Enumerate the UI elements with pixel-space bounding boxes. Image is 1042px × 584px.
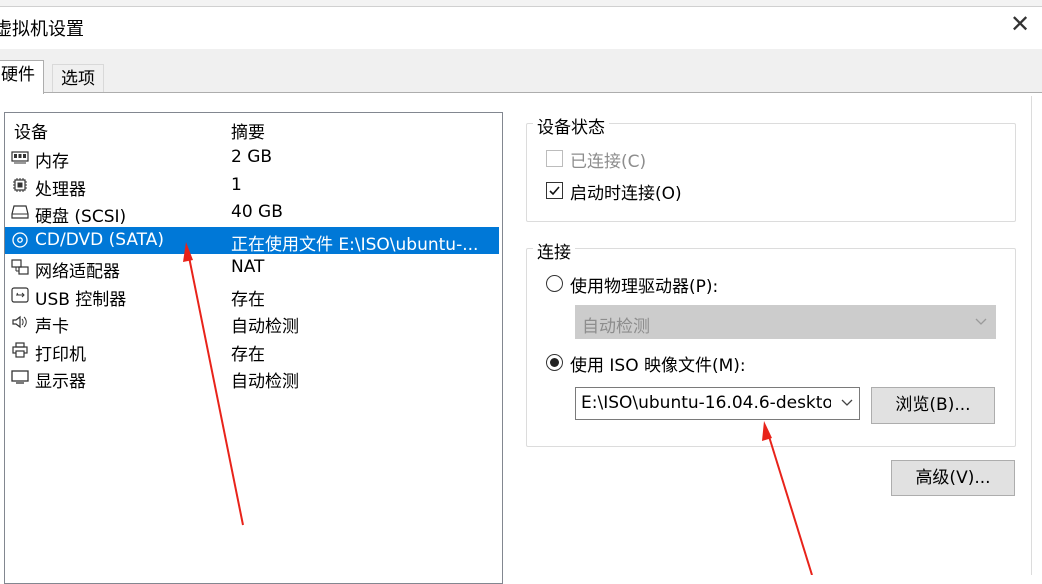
annotation-arrow-right bbox=[762, 421, 813, 575]
annotation-arrows bbox=[183, 242, 813, 575]
tab-hardware[interactable]: 硬件 bbox=[0, 60, 44, 94]
annotation-arrow-left bbox=[183, 242, 244, 526]
tab-hardware-label: 硬件 bbox=[1, 65, 35, 85]
